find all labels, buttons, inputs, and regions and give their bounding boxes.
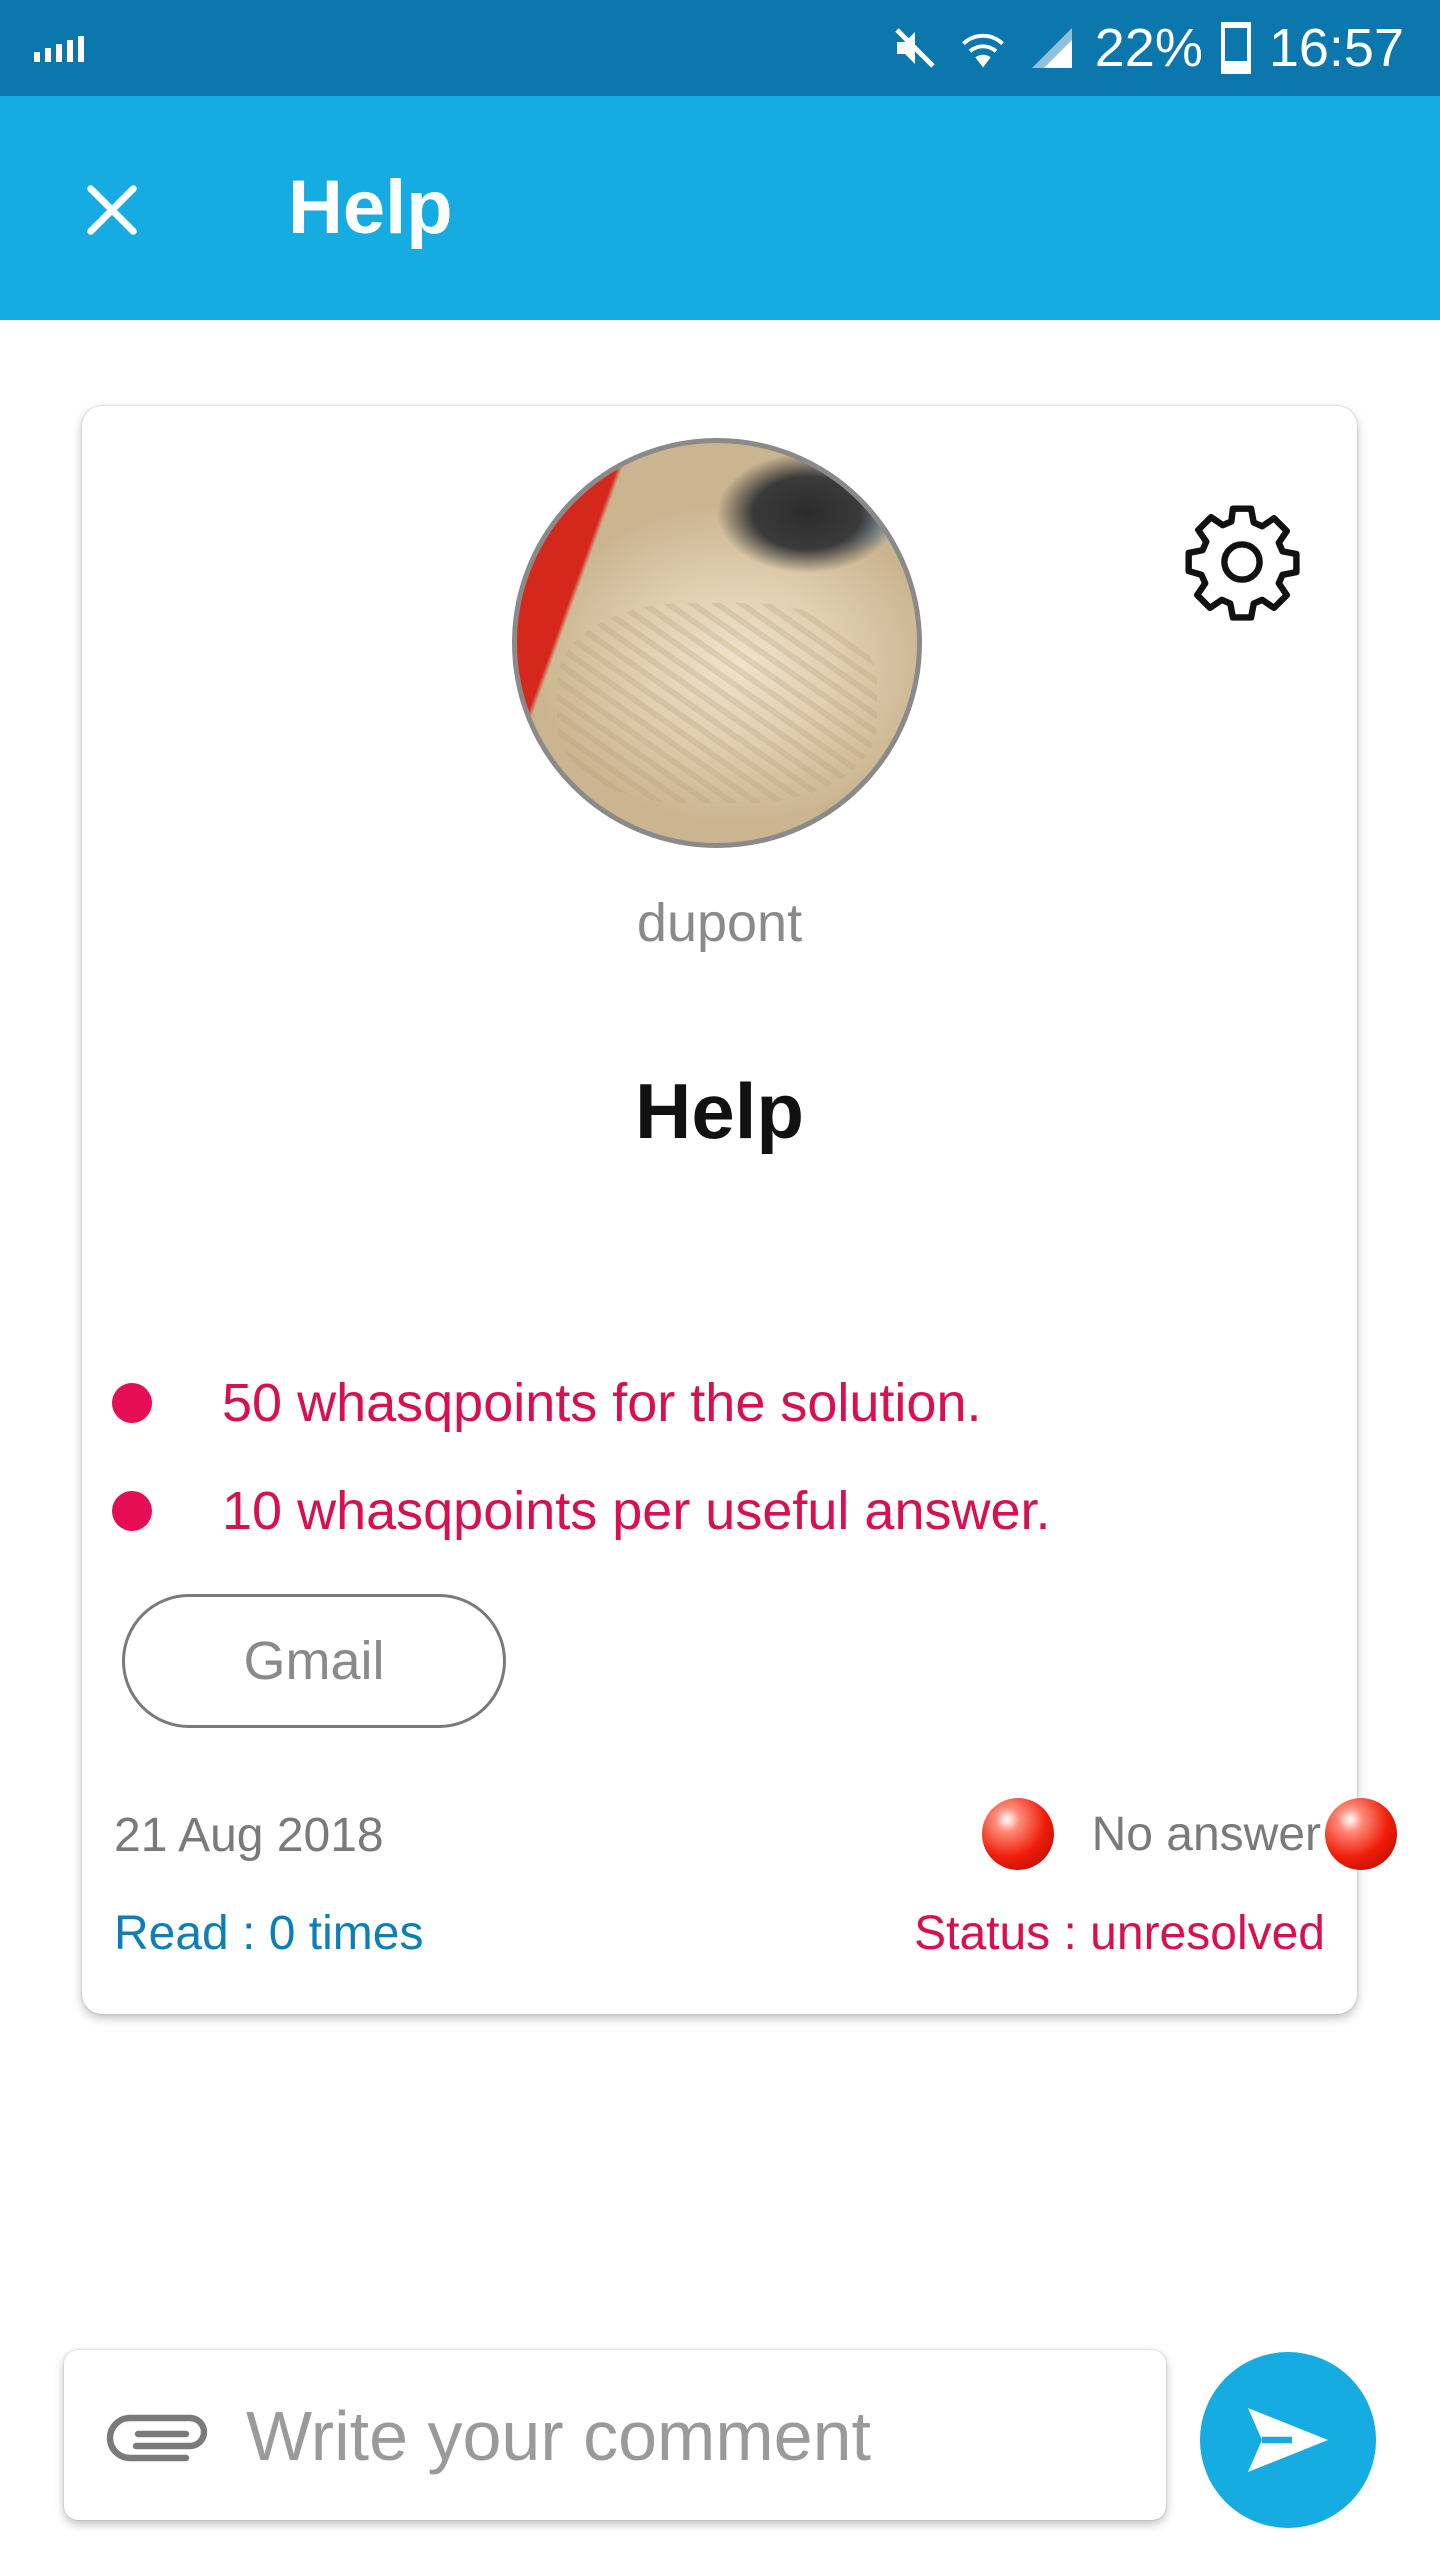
signal-bars-icon [34,36,84,62]
answer-indicator: No answer [981,1798,1397,1870]
reward-text: 10 whasqpoints per useful answer. [222,1481,1051,1541]
send-button[interactable] [1200,2352,1376,2528]
reward-text: 50 whasqpoints for the solution. [222,1373,982,1433]
close-button[interactable] [64,162,160,258]
status-bar: 22% 16:57 [0,0,1440,96]
settings-button[interactable] [1172,492,1312,632]
battery-percent: 22% [1094,18,1203,78]
page-title: Help [288,165,453,250]
reward-item: 50 whasqpoints for the solution. [112,1372,981,1434]
reward-item: 10 whasqpoints per useful answer. [112,1480,1051,1542]
avatar[interactable] [512,438,922,848]
wifi-icon [961,33,1004,68]
answer-status: No answer [1091,1807,1321,1861]
post-card: dupont Help 50 whasqpoints for the solut… [82,406,1397,2014]
red-ball-icon [1325,1798,1397,1870]
gear-icon [1185,505,1300,621]
post-date: 21 Aug 2018 [114,1809,384,1862]
paperclip-icon [106,2414,208,2462]
app-bar: Help [0,96,1440,320]
cell-signal-icon [1031,28,1072,68]
comment-input[interactable] [244,2350,1128,2522]
bullet-icon [112,1383,152,1423]
comment-composer [64,2350,1166,2522]
attach-button[interactable] [104,2394,214,2474]
tag-chip-gmail[interactable]: Gmail [122,1594,506,1728]
read-count: Read : 0 times [114,1907,424,1960]
clock: 16:57 [1268,18,1404,78]
username[interactable]: dupont [82,892,1357,954]
post-title: Help [634,1067,805,1155]
red-ball-icon [981,1798,1054,1870]
close-icon [87,185,137,235]
bullet-icon [112,1491,152,1531]
mute-icon [895,28,935,68]
status-label: Status : unresolved [914,1907,1325,1960]
send-icon [1248,2408,1328,2472]
battery-icon [1220,22,1251,74]
